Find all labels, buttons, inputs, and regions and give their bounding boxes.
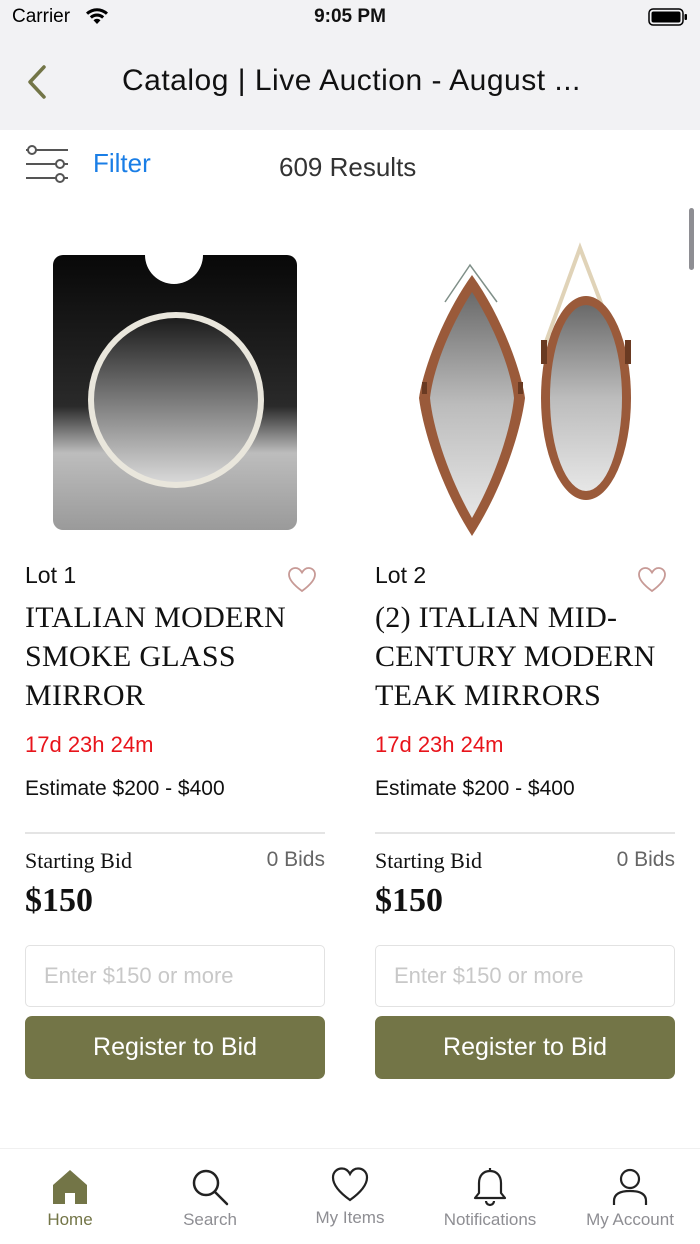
lot-image-teak-mirrors[interactable] [375, 230, 675, 540]
tab-label: My Account [586, 1210, 674, 1229]
starting-bid-label: Starting Bid [25, 848, 132, 873]
lot-image-round-mirror[interactable] [25, 230, 325, 540]
lot-number: Lot 2 [375, 562, 427, 588]
time-remaining: 17d 23h 24m [25, 732, 154, 757]
lot-number: Lot 1 [25, 562, 77, 588]
bid-count: 0 Bids [266, 848, 325, 871]
starting-bid-amount: $150 [375, 882, 443, 919]
tab-search[interactable]: Search [140, 1149, 280, 1244]
status-time: 9:05 PM [314, 6, 386, 27]
favorite-heart-icon[interactable] [287, 566, 317, 594]
bid-amount-input[interactable] [25, 945, 325, 1007]
filter-bar: Filter 609 Results [0, 130, 700, 206]
favorite-heart-icon[interactable] [637, 566, 667, 594]
divider [25, 832, 325, 834]
lot-title[interactable]: (2) ITALIAN MID-CENTURY MODERN TEAK MIRR… [375, 598, 675, 715]
divider [375, 832, 675, 834]
status-bar: Carrier 9:05 PM [0, 0, 700, 36]
starting-bid-amount: $150 [25, 882, 93, 919]
register-to-bid-button[interactable]: Register to Bid [25, 1016, 325, 1079]
lot-estimate: Estimate $200 - $400 [25, 777, 225, 800]
tab-my-items[interactable]: My Items [280, 1149, 420, 1244]
time-remaining: 17d 23h 24m [375, 732, 504, 757]
lot-title[interactable]: ITALIAN MODERN SMOKE GLASS MIRROR [25, 598, 325, 715]
bid-count: 0 Bids [616, 848, 675, 871]
tab-home[interactable]: Home [0, 1149, 140, 1244]
tab-notifications[interactable]: Notifications [420, 1149, 560, 1244]
register-to-bid-button[interactable]: Register to Bid [375, 1016, 675, 1079]
lot-card[interactable]: Lot 2 (2) ITALIAN MID-CENTURY MODERN TEA… [375, 230, 675, 1090]
filter-button[interactable]: Filter [93, 148, 151, 179]
tab-label: Notifications [443, 1210, 537, 1229]
navigation-bar: Catalog | Live Auction - August ... [0, 36, 700, 130]
starting-bid-label: Starting Bid [375, 848, 482, 873]
battery-icon [648, 8, 687, 26]
home-icon [53, 1170, 87, 1204]
bid-amount-input[interactable] [375, 945, 675, 1007]
lot-card[interactable]: Lot 1 ITALIAN MODERN SMOKE GLASS MIRROR … [25, 230, 325, 1090]
page-title: Catalog | Live Auction - August ... [122, 64, 581, 97]
results-count: 609 Results [279, 152, 417, 182]
bell-icon [473, 1168, 507, 1207]
tab-my-account[interactable]: My Account [560, 1149, 700, 1244]
tab-label: Home [47, 1210, 93, 1229]
person-icon [612, 1168, 648, 1205]
tab-bar: Home Search My Items Notifications My Ac… [0, 1148, 700, 1244]
tab-label: Search [183, 1210, 237, 1229]
back-chevron-icon[interactable] [22, 62, 52, 102]
heart-icon [331, 1167, 369, 1202]
filter-sliders-icon[interactable] [24, 142, 70, 186]
tab-label: My Items [315, 1208, 385, 1227]
lot-estimate: Estimate $200 - $400 [375, 777, 575, 800]
search-icon [192, 1169, 229, 1206]
scroll-indicator[interactable] [689, 208, 694, 270]
